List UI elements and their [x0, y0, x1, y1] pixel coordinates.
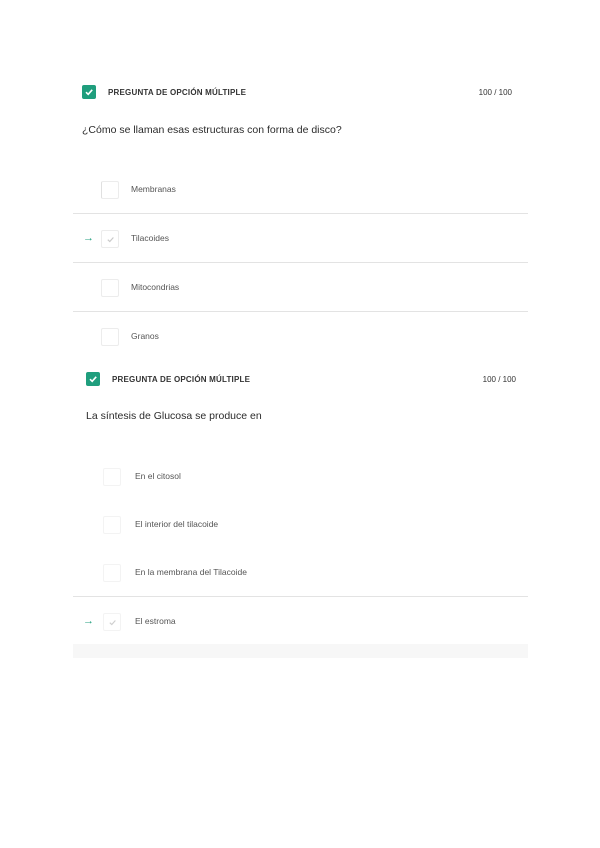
option-checkbox[interactable]	[101, 328, 119, 346]
option-checkbox-checked[interactable]	[101, 230, 119, 248]
option-en-el-citosol[interactable]: En el citosol	[73, 452, 528, 500]
option-checkbox[interactable]	[101, 181, 119, 199]
option-interior-tilacoide[interactable]: El interior del tilacoide	[73, 500, 528, 548]
option-checkbox[interactable]	[103, 468, 121, 486]
check-icon	[108, 619, 116, 625]
option-checkbox[interactable]	[103, 564, 121, 582]
question-2-options: En el citosol El interior del tilacoide …	[73, 452, 528, 645]
option-membranas[interactable]: Membranas	[73, 165, 528, 214]
question-type-label: PREGUNTA DE OPCIÓN MÚLTIPLE	[108, 87, 247, 97]
check-icon	[106, 236, 114, 242]
option-membrana-tilacoide[interactable]: En la membrana del Tilacoide	[73, 548, 528, 597]
option-tilacoides[interactable]: → Tilacoides	[73, 214, 528, 263]
option-label: En el citosol	[135, 471, 181, 481]
option-label: Mitocondrias	[131, 282, 180, 292]
question-complete-checkmark-icon	[82, 85, 96, 99]
question-2-header: PREGUNTA DE OPCIÓN MÚLTIPLE 100 / 100	[86, 371, 516, 387]
option-label: El interior del tilacoide	[135, 519, 219, 529]
question-1-options: Membranas → Tilacoides Mitocondrias Gran…	[73, 165, 528, 360]
option-label: Granos	[131, 331, 159, 341]
option-checkbox[interactable]	[103, 516, 121, 534]
question-complete-checkmark-icon	[86, 372, 100, 386]
question-type-label: PREGUNTA DE OPCIÓN MÚLTIPLE	[112, 374, 251, 384]
option-checkbox-checked[interactable]	[103, 613, 121, 631]
arrow-right-icon: →	[83, 614, 94, 627]
question-score: 100 / 100	[482, 374, 516, 384]
question-2-text: La síntesis de Glucosa se produce en	[86, 410, 262, 422]
question-1-text: ¿Cómo se llaman esas estructuras con for…	[82, 124, 342, 136]
arrow-right-icon: →	[83, 231, 94, 244]
option-label: Tilacoides	[131, 233, 169, 243]
option-label: El estroma	[135, 616, 176, 626]
option-checkbox[interactable]	[101, 279, 119, 297]
option-el-estroma[interactable]: → El estroma	[73, 597, 528, 645]
option-mitocondrias[interactable]: Mitocondrias	[73, 263, 528, 312]
option-label: Membranas	[131, 184, 176, 194]
option-label: En la membrana del Tilacoide	[135, 567, 247, 577]
option-granos[interactable]: Granos	[73, 312, 528, 360]
question-footer-band	[73, 644, 528, 658]
question-1-header: PREGUNTA DE OPCIÓN MÚLTIPLE 100 / 100	[82, 84, 512, 100]
question-score: 100 / 100	[478, 87, 512, 97]
